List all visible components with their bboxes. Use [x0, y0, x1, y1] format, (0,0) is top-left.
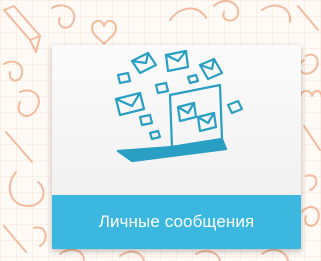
laptop-with-envelopes-icon — [114, 49, 244, 163]
private-messages-tile[interactable]: Личные сообщения — [52, 45, 301, 249]
tile-caption: Личные сообщения — [52, 195, 301, 249]
